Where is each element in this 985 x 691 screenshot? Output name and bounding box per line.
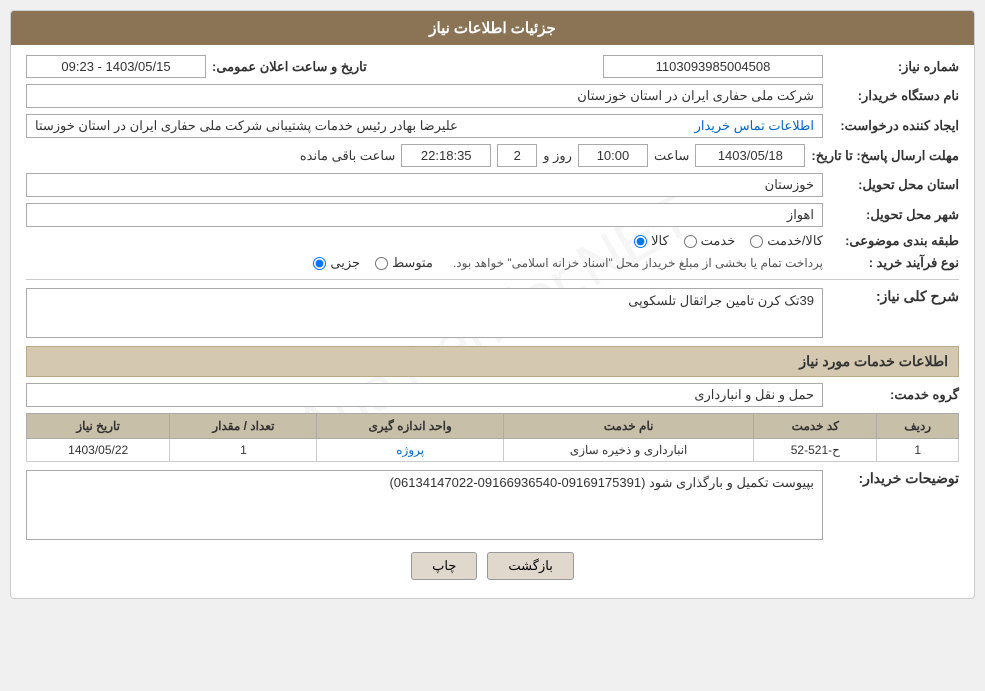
purchase-type-motevaset-radio[interactable] xyxy=(375,257,388,270)
buyer-org-label: نام دستگاه خریدار: xyxy=(829,88,959,104)
deadline-label: مهلت ارسال پاسخ: تا تاریخ: xyxy=(811,148,959,164)
category-khadamat-option[interactable]: خدمت xyxy=(684,233,736,249)
delivery-province-label: استان محل تحویل: xyxy=(829,177,959,193)
buyer-org-value: شرکت ملی حفاری ایران در استان خوزستان xyxy=(26,84,823,108)
delivery-city-value: اهواز xyxy=(26,203,823,227)
category-khadamat-label: خدمت xyxy=(701,233,736,249)
services-table: ردیف کد خدمت نام خدمت واحد اندازه گیری ت… xyxy=(26,413,959,462)
cell-date: 1403/05/22 xyxy=(27,439,170,462)
cell-unit: پروژه xyxy=(317,439,503,462)
category-kala-khadamat-label: کالا/خدمت xyxy=(767,233,823,249)
need-desc-value: 39تک کرن تامین جراثقال تلسکوپی xyxy=(26,288,823,338)
deadline-days-label: روز و xyxy=(543,148,572,164)
category-khadamat-radio[interactable] xyxy=(684,235,697,248)
delivery-city-label: شهر محل تحویل: xyxy=(829,207,959,223)
creator-label: ایجاد کننده درخواست: xyxy=(829,118,959,134)
purchase-type-jazzi-option[interactable]: جزیی xyxy=(313,255,360,271)
deadline-date: 1403/05/18 xyxy=(695,144,805,167)
deadline-remaining: 22:18:35 xyxy=(401,144,491,167)
col-name: نام خدمت xyxy=(503,414,753,439)
col-radif: ردیف xyxy=(877,414,959,439)
col-code: کد خدمت xyxy=(754,414,877,439)
creator-link[interactable]: اطلاعات تماس خریدار xyxy=(695,118,814,134)
announcement-date-value: 1403/05/15 - 09:23 xyxy=(26,55,206,78)
purchase-type-note: پرداخت تمام یا بخشی از مبلغ خریداز محل "… xyxy=(453,256,823,270)
col-count: تعداد / مقدار xyxy=(170,414,317,439)
print-button[interactable]: چاپ xyxy=(411,552,477,580)
bottom-buttons: بازگشت چاپ xyxy=(26,552,959,580)
purchase-type-jazzi-radio[interactable] xyxy=(313,257,326,270)
col-date: تاریخ نیاز xyxy=(27,414,170,439)
back-button[interactable]: بازگشت xyxy=(487,552,573,580)
purchase-type-label: نوع فرآیند خرید : xyxy=(829,255,959,271)
deadline-time-label: ساعت xyxy=(654,148,689,164)
purchase-type-motevaset-option[interactable]: متوسط xyxy=(375,255,433,271)
buyer-notes-value: بپیوست تکمیل و بارگذاری شود (09169175391… xyxy=(26,470,823,540)
need-desc-label: شرح کلی نیاز: xyxy=(829,288,959,305)
category-label: طبقه بندی موضوعی: xyxy=(829,233,959,249)
buyer-notes-label: توضیحات خریدار: xyxy=(829,470,959,487)
need-number-value: 1103093985004508 xyxy=(603,55,823,78)
creator-value: علیرضا بهادر رئیس خدمات پشتیبانی شرکت مل… xyxy=(35,118,458,134)
category-kala-khadamat-radio[interactable] xyxy=(750,235,763,248)
service-group-value: حمل و نقل و انبارداری xyxy=(26,383,823,407)
cell-name: انبارداری و ذخیره سازی xyxy=(503,439,753,462)
cell-radif: 1 xyxy=(877,439,959,462)
service-group-label: گروه خدمت: xyxy=(829,387,959,403)
services-section-label: اطلاعات خدمات مورد نیاز xyxy=(26,346,959,377)
need-number-label: شماره نیاز: xyxy=(829,59,959,75)
page-title: جزئیات اطلاعات نیاز xyxy=(11,11,974,45)
deadline-days: 2 xyxy=(497,144,537,167)
category-kala-label: کالا xyxy=(651,233,669,249)
table-row: 1 ح-521-52 انبارداری و ذخیره سازی پروژه … xyxy=(27,439,959,462)
cell-code: ح-521-52 xyxy=(754,439,877,462)
purchase-type-jazzi-label: جزیی xyxy=(330,255,360,271)
deadline-remaining-label: ساعت باقی مانده xyxy=(300,148,395,164)
purchase-type-motevaset-label: متوسط xyxy=(392,255,433,271)
col-unit: واحد اندازه گیری xyxy=(317,414,503,439)
cell-count: 1 xyxy=(170,439,317,462)
category-kala-radio[interactable] xyxy=(634,235,647,248)
announcement-date-label: تاریخ و ساعت اعلان عمومی: xyxy=(212,59,367,75)
divider-1 xyxy=(26,279,959,280)
category-kala-option[interactable]: کالا xyxy=(634,233,669,249)
deadline-time: 10:00 xyxy=(578,144,648,167)
delivery-province-value: خوزستان xyxy=(26,173,823,197)
category-kala-khadamat-option[interactable]: کالا/خدمت xyxy=(750,233,823,249)
